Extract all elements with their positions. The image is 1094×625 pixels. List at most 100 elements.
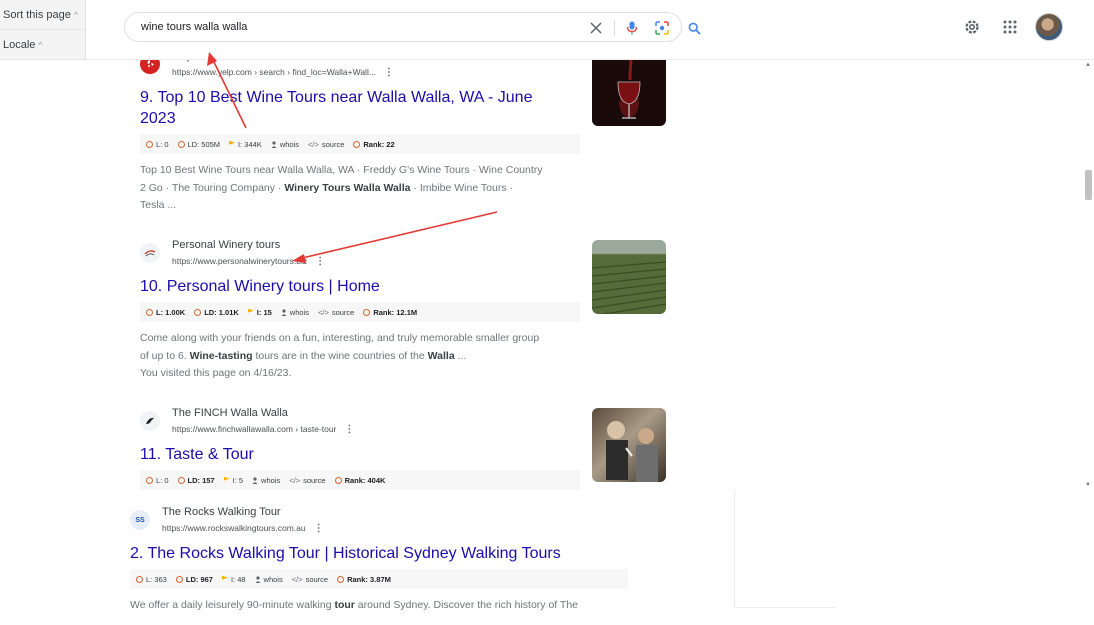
- result-url-text: https://www.rockswalkingtours.com.au: [162, 523, 306, 533]
- result-title-link[interactable]: 9. Top 10 Best Wine Tours near Walla Wal…: [140, 87, 580, 129]
- metric-ld-value: LD: 157: [187, 475, 215, 485]
- circle-icon: [146, 140, 153, 148]
- page-scrollbar[interactable]: ▲ ▼: [1083, 60, 1094, 490]
- metric-index[interactable]: I: 344K: [229, 140, 262, 149]
- microphone-icon[interactable]: [622, 18, 642, 38]
- whois-label: whois: [279, 139, 300, 149]
- gear-icon[interactable]: [961, 16, 983, 38]
- metric-links[interactable]: L: 363: [136, 575, 167, 584]
- search-query-text[interactable]: wine tours walla walla: [141, 21, 247, 33]
- source-link[interactable]: </> source: [318, 308, 354, 317]
- circle-icon: [175, 575, 183, 583]
- search-input[interactable]: wine tours walla walla: [124, 12, 701, 42]
- scroll-down-arrow-icon[interactable]: ▼: [1085, 482, 1091, 488]
- metric-index[interactable]: I: 15: [247, 308, 272, 317]
- result-title: The Rocks Walking Tour | Historical Sydn…: [147, 545, 561, 562]
- snippet-line: Tesla ...: [140, 199, 177, 211]
- result-site-row[interactable]: Personal Winery tours https://www.person…: [140, 239, 580, 269]
- metric-rank-value: Rank: 12.1M: [373, 307, 418, 317]
- whois-link[interactable]: whois: [281, 308, 309, 317]
- code-icon: </>: [289, 475, 301, 485]
- result-number: 10.: [140, 278, 163, 295]
- side-card-outline: [734, 490, 836, 608]
- result-title: Personal Winery tours | Home: [166, 278, 380, 295]
- result-title-link[interactable]: 11. Taste & Tour: [140, 444, 580, 465]
- result-title-link[interactable]: 2. The Rocks Walking Tour | Historical S…: [130, 543, 630, 564]
- seo-metrics-bar: L: 0 LD: 157 I: 5 whois </> source Rank: …: [140, 470, 580, 490]
- result-site-row[interactable]: The FINCH Walla Walla https://www.finchw…: [140, 407, 580, 437]
- more-options-icon[interactable]: ⋮: [344, 424, 354, 435]
- metric-links[interactable]: L: 1.00K: [146, 308, 185, 317]
- metric-linking-domains[interactable]: LD: 967: [175, 575, 213, 584]
- locale-toggle[interactable]: Locale ^: [0, 30, 85, 60]
- more-options-icon[interactable]: ⋮: [315, 256, 325, 267]
- result-title-link[interactable]: 10. Personal Winery tours | Home: [140, 276, 580, 297]
- circle-icon: [146, 476, 153, 484]
- result-number: 2.: [130, 545, 144, 562]
- whois-label: whois: [263, 574, 283, 584]
- whois-link[interactable]: whois: [271, 140, 299, 149]
- source-link[interactable]: </> source: [308, 140, 344, 149]
- source-link[interactable]: </> source: [292, 575, 328, 584]
- metric-index[interactable]: I: 48: [221, 575, 246, 584]
- seo-metrics-bar: L: 1.00K LD: 1.01K I: 15 whois </> source…: [140, 302, 580, 322]
- personal-winery-favicon-icon: [140, 243, 160, 263]
- whois-link[interactable]: whois: [255, 575, 283, 584]
- snippet-bold: Winery Tours Walla Walla: [284, 181, 411, 194]
- circle-icon: [177, 476, 185, 484]
- search-icon[interactable]: [684, 18, 704, 38]
- source-link[interactable]: </> source: [289, 476, 325, 485]
- metric-links[interactable]: L: 0: [146, 140, 169, 149]
- lens-icon[interactable]: [652, 18, 672, 38]
- metric-index[interactable]: I: 5: [223, 476, 243, 485]
- caret-up-icon: ^: [38, 40, 43, 50]
- result-thumbnail-wine-glass[interactable]: [592, 52, 666, 126]
- metric-links[interactable]: L: 0: [146, 476, 169, 485]
- clear-icon[interactable]: [586, 18, 606, 38]
- search-result: Yelp https://www.yelp.com › search › fin…: [140, 50, 580, 215]
- metric-links-value: L: 1.00K: [156, 307, 186, 317]
- result-snippet: Top 10 Best Wine Tours near Walla Walla,…: [140, 162, 580, 215]
- visited-note: You visited this page on 4/16/23.: [140, 367, 292, 379]
- result-site-name: Personal Winery tours: [172, 239, 281, 251]
- flag-icon: [221, 575, 228, 580]
- metric-linking-domains[interactable]: LD: 157: [177, 475, 215, 485]
- scroll-thumb[interactable]: [1085, 170, 1092, 200]
- person-icon: [271, 140, 277, 148]
- rocks-walking-favicon-icon: SS: [130, 510, 150, 530]
- result-thumbnail-tasting[interactable]: [592, 408, 666, 482]
- result-snippet: We offer a daily leisurely 90-minute wal…: [130, 597, 630, 615]
- metric-rank[interactable]: Rank: 12.1M: [363, 308, 417, 317]
- seo-metrics-bar: L: 0 LD: 505M I: 344K whois </> source Ra…: [140, 134, 580, 154]
- metric-rank[interactable]: Rank: 3.87M: [337, 575, 391, 584]
- more-options-icon[interactable]: ⋮: [314, 523, 324, 534]
- metric-ld-value: LD: 505M: [187, 139, 221, 149]
- result-thumbnail-vineyard[interactable]: [592, 240, 666, 314]
- result-url: https://www.rockswalkingtours.com.au ⋮: [162, 523, 324, 534]
- metric-rank[interactable]: Rank: 404K: [334, 475, 386, 485]
- result-site-name: The FINCH Walla Walla: [172, 407, 288, 419]
- metric-links-value: L: 0: [156, 139, 169, 149]
- metric-linking-domains[interactable]: LD: 505M: [177, 139, 221, 149]
- seo-metrics-bar: L: 363 LD: 967 I: 48 whois </> source Ran…: [130, 569, 628, 589]
- flag-icon: [229, 140, 236, 145]
- person-icon: [255, 575, 261, 583]
- whois-link[interactable]: whois: [252, 476, 280, 485]
- apps-grid-icon[interactable]: [999, 16, 1021, 38]
- result-site-name: The Rocks Walking Tour: [162, 506, 281, 518]
- result-site-row[interactable]: SS The Rocks Walking Tour https://www.ro…: [130, 506, 630, 536]
- more-options-icon[interactable]: ⋮: [384, 67, 394, 78]
- metric-rank[interactable]: Rank: 22: [353, 140, 395, 149]
- avatar[interactable]: [1035, 13, 1063, 41]
- sort-page-toggle[interactable]: Sort this page ^: [0, 0, 85, 30]
- metric-linking-domains[interactable]: LD: 1.01K: [194, 308, 239, 317]
- flag-icon: [247, 308, 254, 313]
- search-divider: [614, 20, 615, 36]
- whois-label: whois: [289, 307, 309, 317]
- code-icon: </>: [291, 574, 303, 584]
- metric-rank-value: Rank: 404K: [344, 475, 386, 485]
- result-url-text: https://www.finchwallawalla.com › taste-…: [172, 424, 337, 434]
- scroll-up-arrow-icon[interactable]: ▲: [1085, 62, 1091, 68]
- whois-label: whois: [261, 475, 281, 485]
- result-number: 11.: [140, 446, 162, 463]
